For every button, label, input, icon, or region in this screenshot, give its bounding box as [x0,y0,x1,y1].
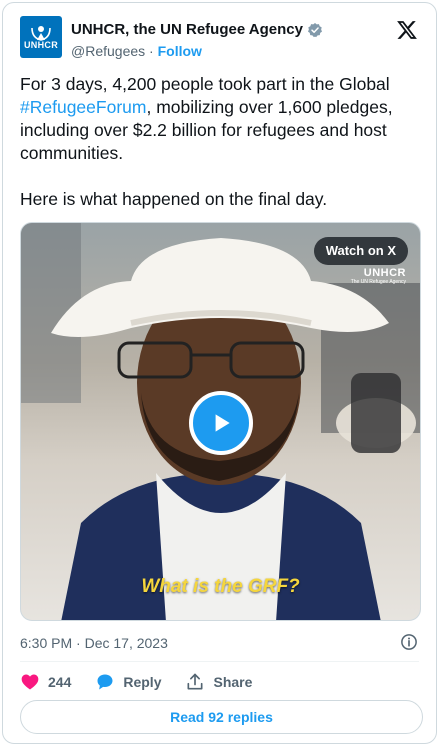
reply-button[interactable]: Reply [95,672,161,692]
hashtag-link[interactable]: #RefugeeForum [20,97,146,117]
like-button[interactable]: 244 [20,672,71,692]
tweet-card: UNHCR UNHCR, the UN Refugee Agency @Refu… [2,2,437,744]
reply-bubble-icon [97,674,113,690]
divider [20,661,419,662]
tweet-timestamp[interactable]: 6:30 PM · Dec 17, 2023 [20,635,168,651]
author-display-name[interactable]: UNHCR, the UN Refugee Agency [71,21,303,38]
share-icon [187,673,203,690]
video-caption: What is the GRF? [141,576,300,597]
verified-badge-icon [307,22,322,37]
watch-on-x-button[interactable]: Watch on X [313,237,408,265]
share-label: Share [213,674,253,690]
follow-button[interactable]: Follow [158,43,202,59]
author-name-row: UNHCR, the UN Refugee Agency [71,21,323,38]
author-avatar[interactable]: UNHCR [20,16,62,58]
action-bar: 244 Reply Share [20,671,276,693]
author-handle-row: @Refugees · Follow [71,43,202,59]
avatar-logo-text: UNHCR [24,40,58,50]
video-watermark: UNHCR The UN Refugee Agency [351,267,406,285]
heart-icon [21,674,39,690]
read-replies-button[interactable]: Read 92 replies [20,700,423,734]
handle-separator: · [145,43,158,59]
share-button[interactable]: Share [185,672,252,692]
info-icon[interactable] [400,633,418,651]
video-media[interactable]: Watch on X UNHCR The UN Refugee Agency W… [20,222,421,621]
watermark-sub-text: The UN Refugee Agency [350,279,406,285]
tweet-text: For 3 days, 4,200 people took part in th… [20,73,425,211]
unhcr-logo-icon [31,26,51,41]
play-icon [215,414,230,432]
reply-label: Reply [123,674,162,690]
tweet-text-part1: For 3 days, 4,200 people took part in th… [20,74,395,94]
like-count: 244 [48,674,72,690]
x-logo-icon[interactable] [396,19,418,41]
author-handle[interactable]: @Refugees [71,43,145,59]
play-button[interactable] [189,391,253,455]
watermark-main-text: UNHCR [363,267,406,279]
